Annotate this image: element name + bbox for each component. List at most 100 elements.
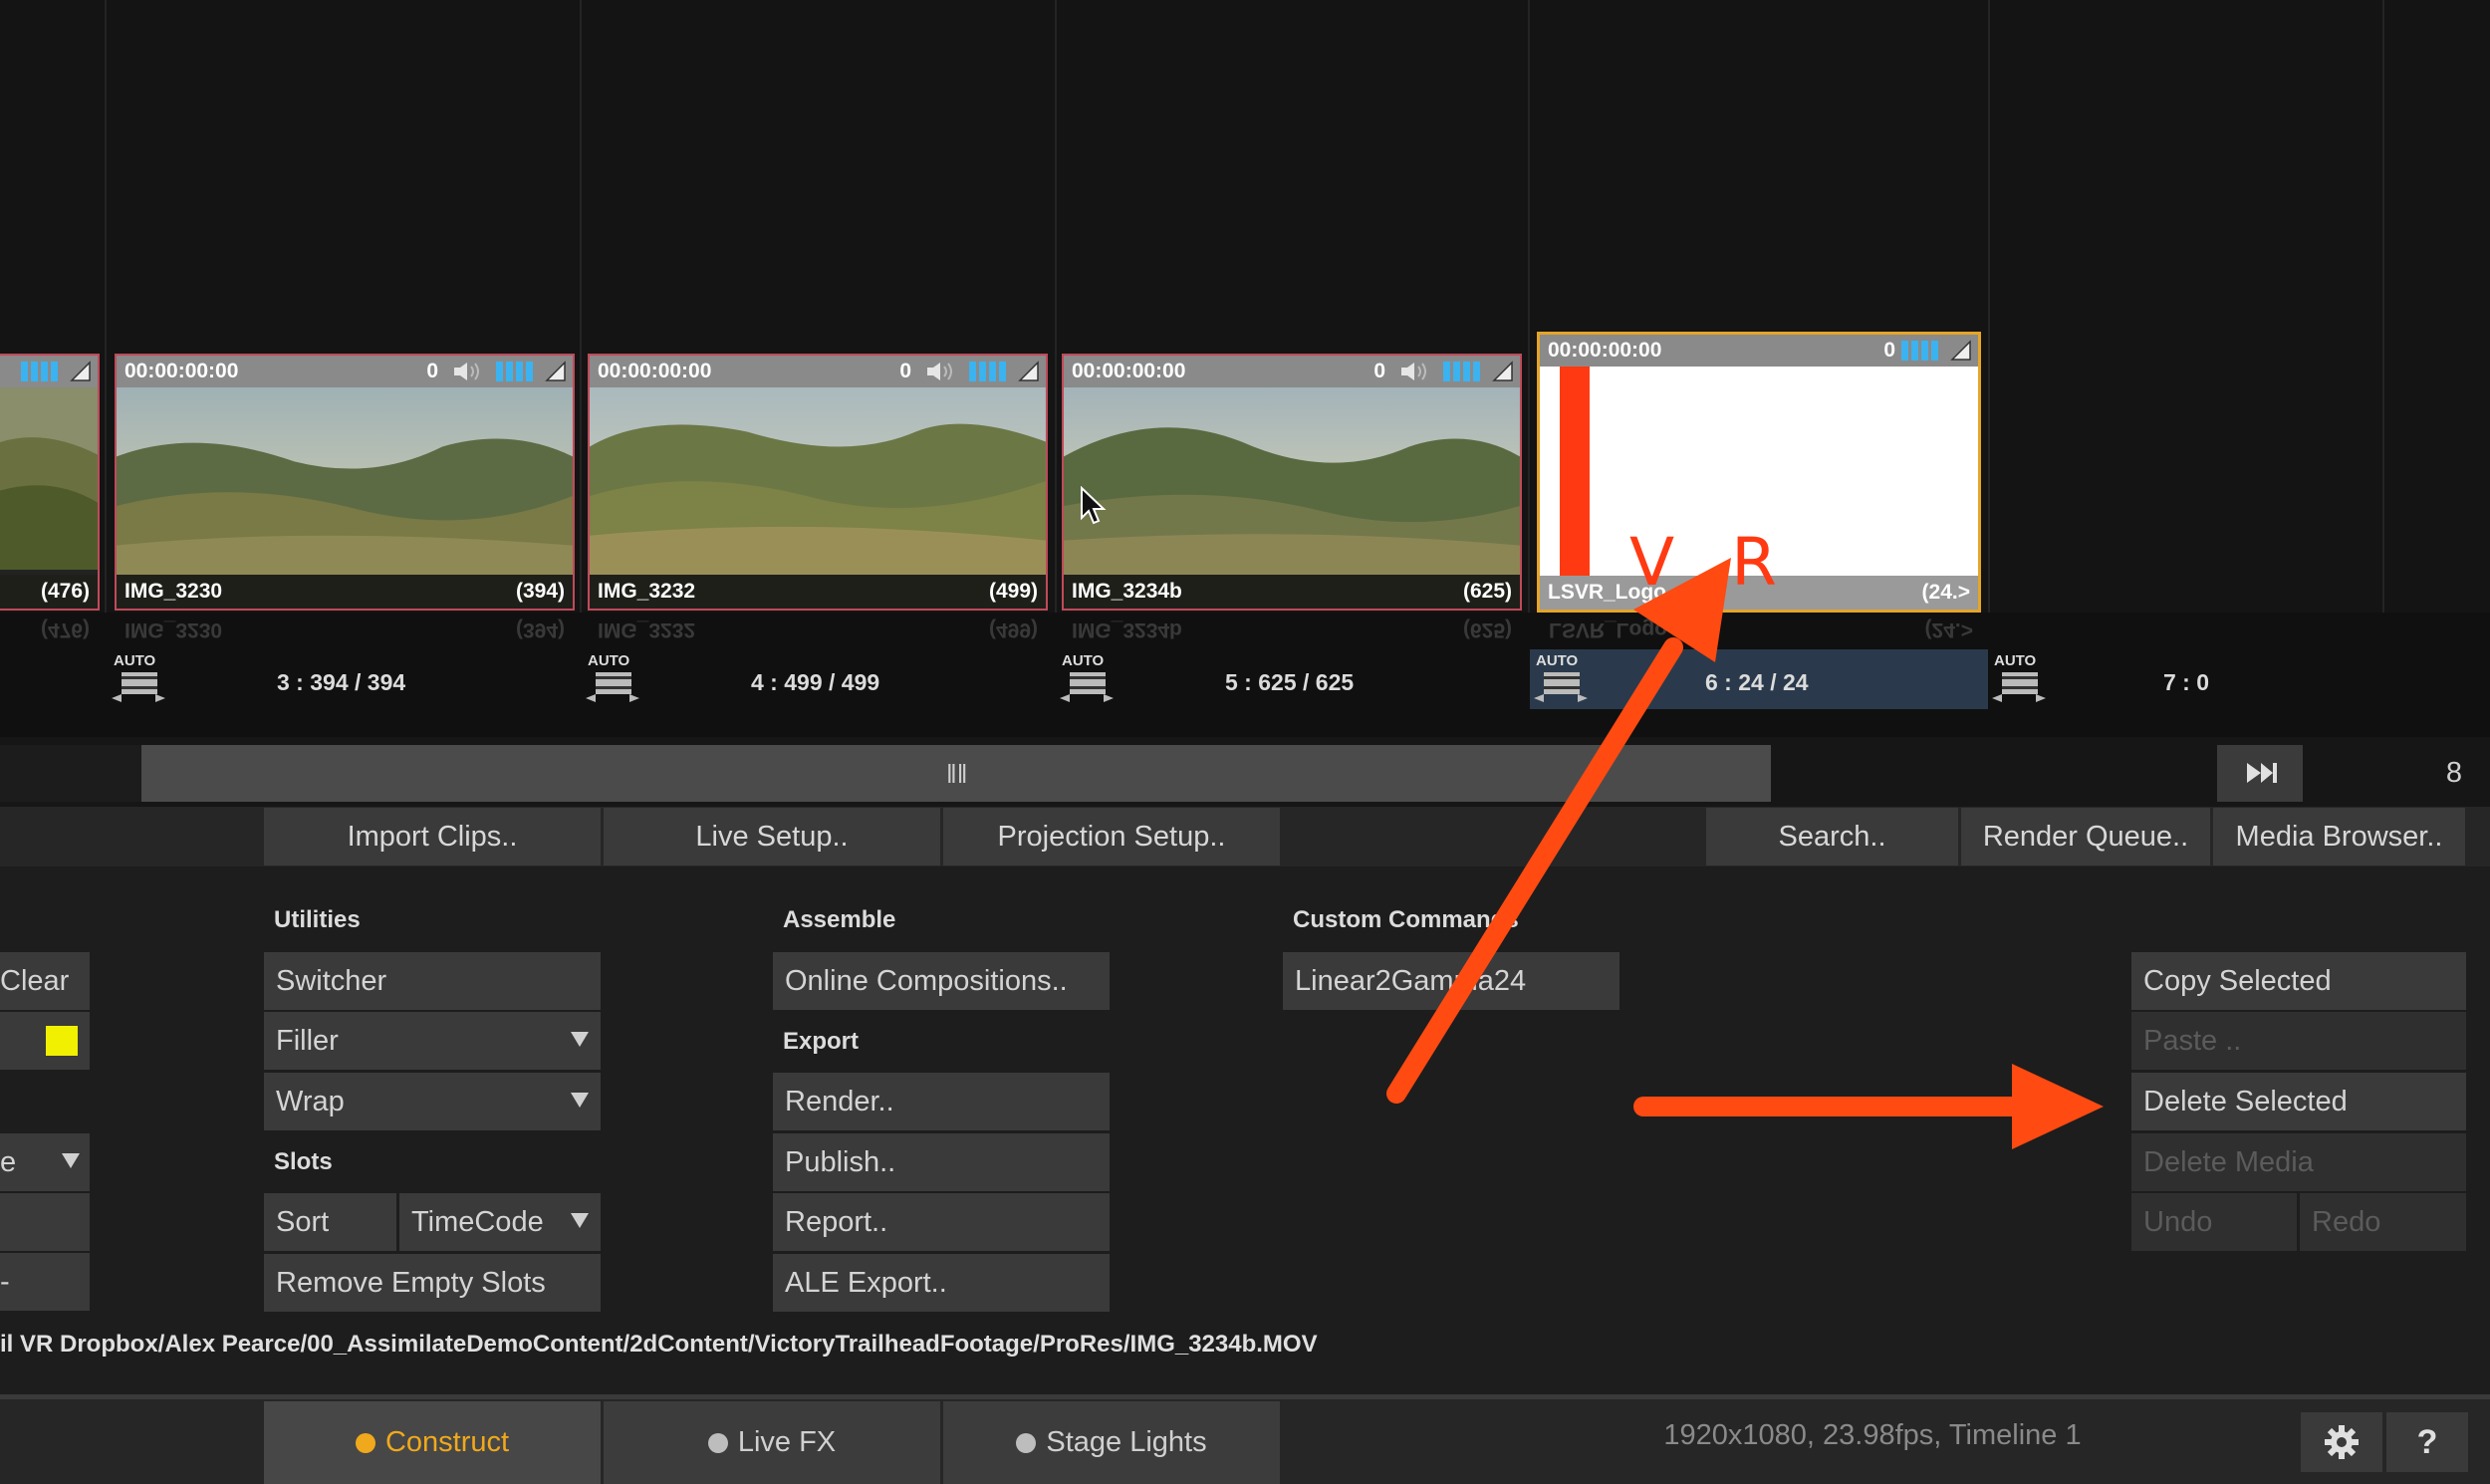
skip-end-icon bbox=[2247, 763, 2277, 783]
copy-selected-button[interactable]: Copy Selected bbox=[2131, 952, 2466, 1010]
undo-button[interactable]: Undo bbox=[2131, 1193, 2297, 1251]
search-button[interactable]: Search.. bbox=[1706, 808, 1958, 866]
media-file-path: il VR Dropbox/Alex Pearce/00_AssimilateD… bbox=[0, 1331, 1318, 1358]
construct-panel bbox=[0, 866, 2490, 1399]
clip-layer-index: 0 bbox=[1373, 360, 1385, 382]
clip-layer-index: 0 bbox=[426, 360, 438, 382]
track-divider bbox=[1055, 0, 1057, 618]
settings-button[interactable] bbox=[2301, 1412, 2382, 1472]
corner-flag-icon bbox=[1950, 340, 1971, 361]
delete-media-button[interactable]: Delete Media bbox=[2131, 1133, 2466, 1191]
tab-stage-lights[interactable]: Stage Lights bbox=[943, 1401, 1280, 1484]
assemble-heading: Assemble bbox=[783, 906, 896, 933]
tab-construct[interactable]: Construct bbox=[264, 1401, 601, 1484]
clip-layer-index: 0 bbox=[899, 360, 911, 382]
tab-label: Stage Lights bbox=[1046, 1426, 1207, 1458]
switcher-button[interactable]: Switcher bbox=[264, 952, 601, 1010]
projection-setup-button[interactable]: Projection Setup.. bbox=[943, 808, 1280, 866]
speaker-icon[interactable] bbox=[452, 361, 484, 382]
clip-name: IMG_3232 bbox=[598, 580, 696, 603]
clip-card[interactable]: 00:00:00:00 0 IMG_3234b (625) bbox=[1062, 354, 1522, 611]
audio-meter-icon bbox=[21, 362, 58, 381]
help-label: ? bbox=[2416, 1422, 2438, 1461]
clip-header: 00:00:00:00 0 bbox=[117, 356, 573, 387]
linear2gamma24-button[interactable]: Linear2Gamma24 bbox=[1283, 952, 1619, 1010]
clip-reflection: (476) bbox=[0, 616, 100, 641]
scrollbar-grip-icon[interactable]: ‖‖ bbox=[946, 759, 967, 790]
ale-export-button[interactable]: ALE Export.. bbox=[773, 1254, 1110, 1312]
import-clips-button[interactable]: Import Clips.. bbox=[264, 808, 601, 866]
clip-card-selected[interactable]: 00:00:00:00 0 LSVR_Logo (24.> V R bbox=[1537, 332, 1981, 613]
custom-commands-heading: Custom Commands bbox=[1293, 906, 1519, 933]
track-divider bbox=[2382, 0, 2384, 618]
speaker-icon[interactable] bbox=[925, 361, 957, 382]
auto-transition-icon[interactable]: AUTO bbox=[110, 652, 167, 704]
auto-transition-icon[interactable]: AUTO bbox=[1532, 652, 1590, 704]
slot-label: 6 : 24 / 24 bbox=[1705, 669, 1809, 695]
reflection-count: (24.> bbox=[1924, 618, 1973, 641]
partial-dropdown[interactable]: e bbox=[0, 1133, 90, 1191]
partial-button[interactable]: - bbox=[0, 1253, 90, 1311]
slot-label: 3 : 394 / 394 bbox=[277, 669, 406, 695]
clip-card[interactable]: 00:00:00:00 0 IMG_3230 (394) bbox=[115, 354, 575, 611]
go-to-end-button[interactable] bbox=[2217, 745, 2303, 802]
auto-label: AUTO bbox=[1062, 652, 1105, 669]
corner-flag-icon bbox=[545, 361, 566, 381]
clip-thumbnail bbox=[117, 387, 573, 576]
clip-card[interactable]: (476) bbox=[0, 354, 100, 611]
clip-timecode: 00:00:00:00 bbox=[598, 360, 712, 382]
media-browser-button[interactable]: Media Browser.. bbox=[2213, 808, 2465, 866]
filler-dropdown[interactable]: Filler bbox=[264, 1012, 601, 1070]
partial-button-label: - bbox=[0, 1265, 10, 1298]
auto-transition-icon[interactable]: AUTO bbox=[1058, 652, 1116, 704]
audio-meter-icon bbox=[1443, 362, 1480, 381]
clip-card[interactable]: 00:00:00:00 0 IMG_3232 (499) bbox=[588, 354, 1048, 611]
help-button[interactable]: ? bbox=[2386, 1412, 2468, 1472]
wrap-dropdown[interactable]: Wrap bbox=[264, 1073, 601, 1130]
clip-footer: IMG_3234b (625) bbox=[1064, 575, 1520, 609]
clip-frame-count: (476) bbox=[40, 580, 90, 603]
clear-button[interactable]: Clear bbox=[0, 952, 90, 1010]
tab-indicator-dot bbox=[707, 1432, 728, 1453]
reflection-count: (476) bbox=[40, 618, 90, 641]
color-swatch[interactable] bbox=[46, 1026, 78, 1056]
clip-reflection: IMG_3234b (625) bbox=[1062, 616, 1522, 641]
delete-selected-button[interactable]: Delete Selected bbox=[2131, 1073, 2466, 1130]
redo-button[interactable]: Redo bbox=[2300, 1193, 2466, 1251]
reflection-name: LSVR_Logo bbox=[1549, 618, 1667, 641]
online-compositions-button[interactable]: Online Compositions.. bbox=[773, 952, 1110, 1010]
timecode-dropdown[interactable]: TimeCode bbox=[399, 1193, 601, 1251]
clip-footer: IMG_3232 (499) bbox=[590, 575, 1046, 609]
clip-name: IMG_3234b bbox=[1072, 580, 1182, 603]
auto-transition-icon[interactable]: AUTO bbox=[584, 652, 641, 704]
gear-icon bbox=[2325, 1425, 2359, 1459]
reflection-name: IMG_3230 bbox=[124, 618, 223, 641]
track-divider bbox=[580, 0, 582, 618]
audio-meter-icon bbox=[496, 362, 533, 381]
reflection-count: (625) bbox=[1462, 618, 1512, 641]
tab-live-fx[interactable]: Live FX bbox=[604, 1401, 940, 1484]
report-button[interactable]: Report.. bbox=[773, 1193, 1110, 1251]
audio-meter-icon bbox=[969, 362, 1006, 381]
clip-header bbox=[0, 356, 98, 387]
logo-red-bar bbox=[1560, 367, 1590, 576]
paste-button[interactable]: Paste .. bbox=[2131, 1012, 2466, 1070]
remove-empty-slots-button[interactable]: Remove Empty Slots bbox=[264, 1254, 601, 1312]
sort-button[interactable]: Sort bbox=[264, 1193, 396, 1251]
live-setup-button[interactable]: Live Setup.. bbox=[604, 808, 940, 866]
partial-dropdown-value: e bbox=[0, 1145, 17, 1178]
tab-indicator-dot bbox=[355, 1432, 375, 1453]
clip-frame-count: (24.> bbox=[1921, 581, 1970, 604]
chevron-down-icon bbox=[571, 1213, 589, 1228]
render-button[interactable]: Render.. bbox=[773, 1073, 1110, 1130]
publish-button[interactable]: Publish.. bbox=[773, 1133, 1110, 1191]
speaker-icon[interactable] bbox=[1399, 361, 1431, 382]
partial-button[interactable] bbox=[0, 1193, 90, 1251]
scrollbar-track[interactable] bbox=[0, 745, 141, 802]
track-divider bbox=[105, 0, 107, 618]
clip-header: 00:00:00:00 0 bbox=[1540, 335, 1978, 367]
clip-frame-count: (625) bbox=[1462, 580, 1512, 603]
reflection-name: IMG_3234b bbox=[1072, 618, 1182, 641]
auto-transition-icon[interactable]: AUTO bbox=[1990, 652, 2048, 704]
render-queue-button[interactable]: Render Queue.. bbox=[1961, 808, 2210, 866]
